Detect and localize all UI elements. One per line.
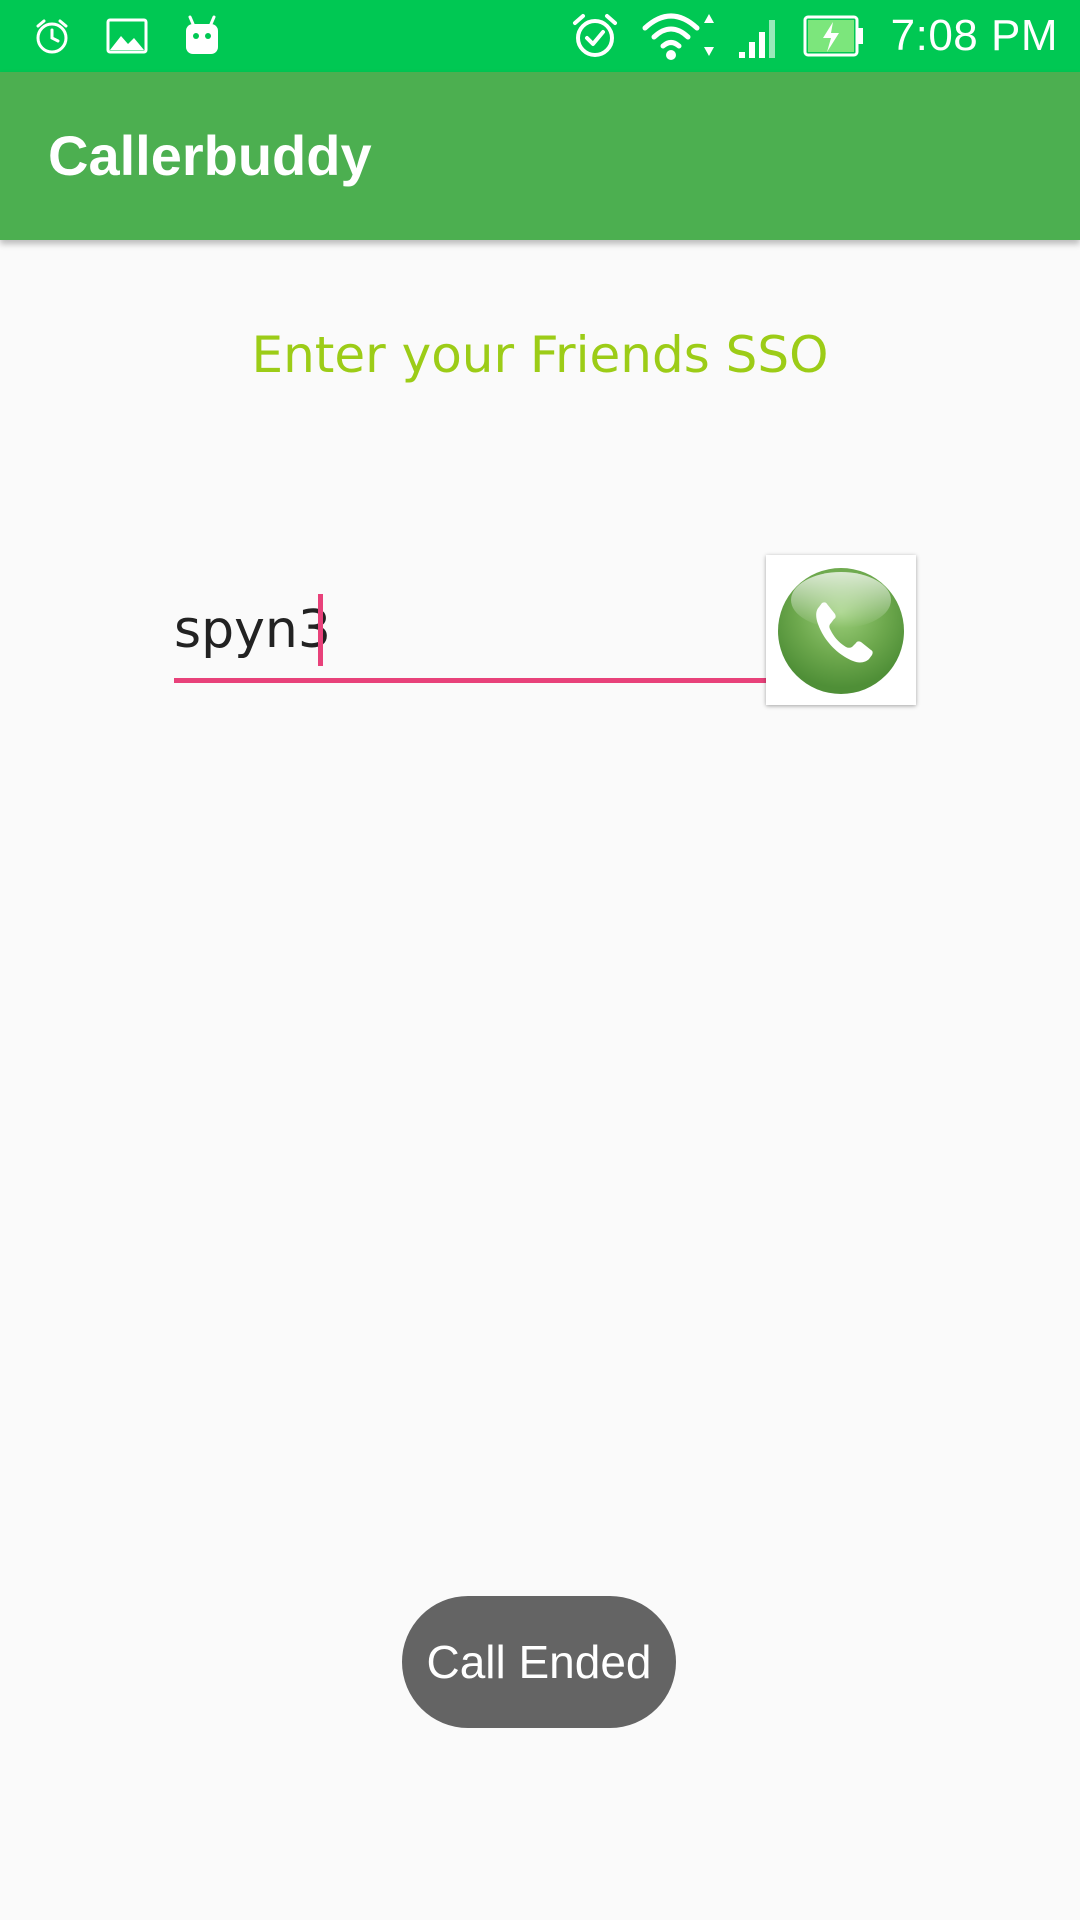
status-bar-right: 7:08 PM bbox=[569, 8, 1058, 64]
status-bar: 7:08 PM bbox=[0, 0, 1080, 72]
sso-input-underline bbox=[174, 678, 768, 683]
sso-input[interactable] bbox=[174, 588, 768, 672]
status-bar-left bbox=[32, 10, 222, 62]
android-debug-icon bbox=[182, 14, 222, 58]
call-button[interactable] bbox=[766, 555, 916, 705]
app-title: Callerbuddy bbox=[48, 124, 372, 187]
app-bar: Callerbuddy bbox=[0, 72, 1080, 240]
sso-prompt-label: Enter your Friends SSO bbox=[251, 326, 829, 384]
status-time: 7:08 PM bbox=[890, 11, 1058, 60]
phone-icon bbox=[778, 568, 904, 694]
text-cursor bbox=[318, 594, 323, 666]
toast-message: Call Ended bbox=[402, 1596, 676, 1728]
alarm-check-icon bbox=[569, 10, 621, 62]
alarm-clock-icon bbox=[32, 16, 72, 56]
wifi-icon bbox=[641, 10, 717, 62]
image-icon bbox=[106, 18, 148, 54]
signal-icon bbox=[737, 12, 783, 60]
battery-charging-icon bbox=[803, 14, 865, 58]
sso-input-container bbox=[174, 588, 768, 683]
